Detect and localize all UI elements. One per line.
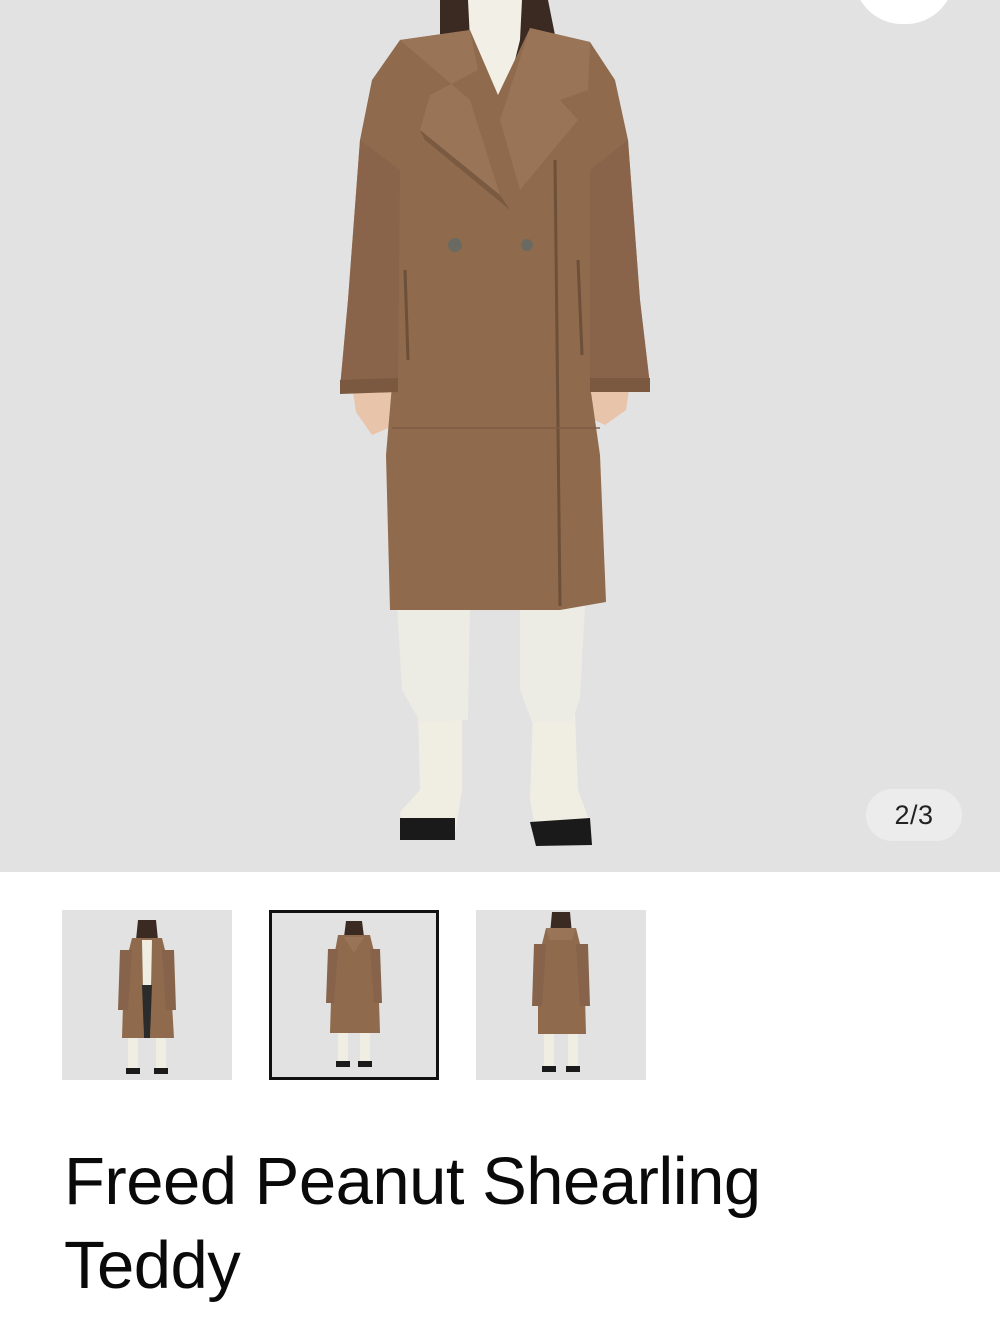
thumbnail-front-open-image (118, 920, 176, 1074)
product-page: 2/3 Freed Peanut Shearling Teddy (0, 0, 1000, 1333)
product-main-image[interactable]: 2/3 (0, 0, 1000, 872)
image-counter-badge: 2/3 (866, 789, 962, 841)
thumbnail-strip (62, 910, 662, 1082)
thumbnail-1[interactable] (62, 910, 232, 1080)
thumbnail-2[interactable] (269, 910, 439, 1080)
thumbnail-back-image (532, 912, 590, 1072)
thumbnail-3[interactable] (476, 910, 646, 1080)
model-wearing-coat-image (340, 0, 650, 846)
product-title: Freed Peanut Shearling Teddy (64, 1144, 761, 1303)
thumbnail-front-closed-image (326, 921, 382, 1067)
